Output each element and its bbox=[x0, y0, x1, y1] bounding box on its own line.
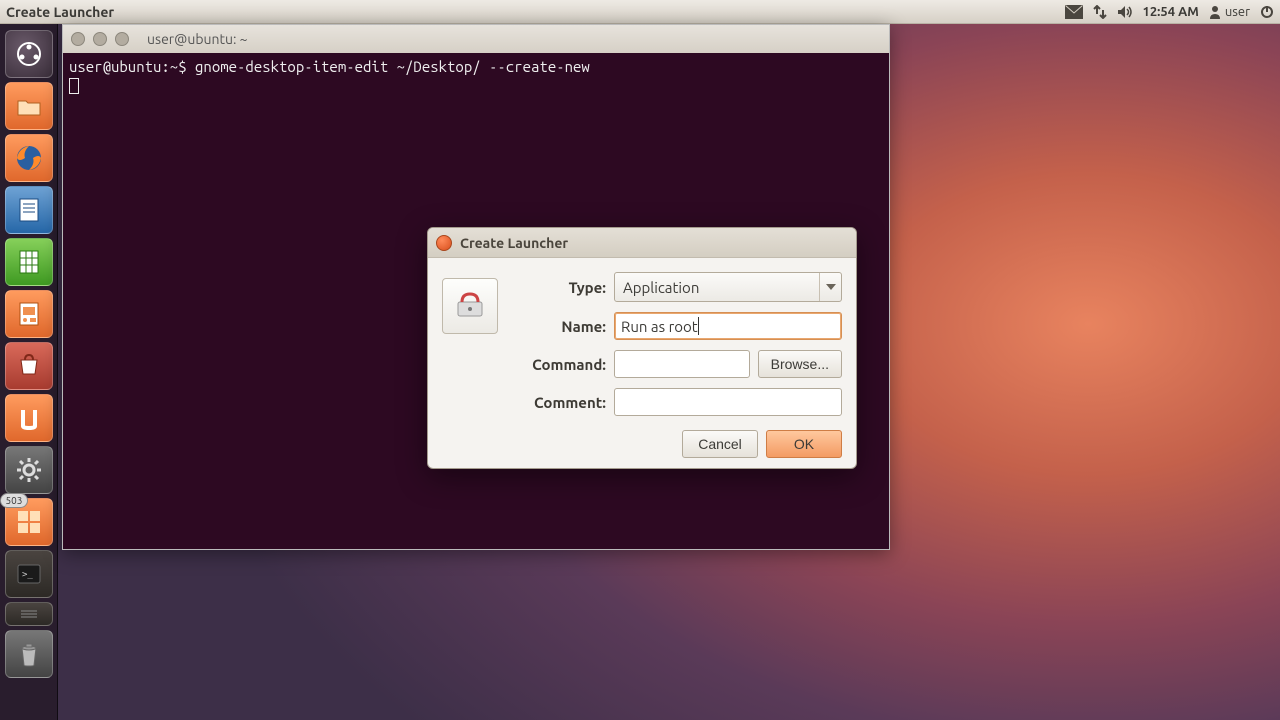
create-launcher-dialog: Create Launcher Type: Application Name: … bbox=[427, 227, 857, 469]
launcher-badge: 503 bbox=[0, 493, 28, 508]
type-value: Application bbox=[623, 279, 699, 296]
dialog-titlebar[interactable]: Create Launcher bbox=[428, 228, 856, 258]
minimize-icon[interactable] bbox=[93, 32, 107, 46]
chevron-down-icon bbox=[819, 273, 841, 301]
libreoffice-impress-icon[interactable] bbox=[5, 290, 53, 338]
terminal-prompt: user@ubuntu:~$ bbox=[69, 58, 195, 75]
close-icon[interactable] bbox=[436, 235, 452, 251]
active-window-title: Create Launcher bbox=[6, 4, 114, 20]
network-indicator-icon[interactable] bbox=[1093, 5, 1107, 19]
text-cursor bbox=[698, 317, 699, 335]
launcher-expander-icon[interactable] bbox=[5, 602, 53, 626]
terminal-title: user@ubuntu: ~ bbox=[147, 31, 248, 47]
ubuntu-one-icon[interactable] bbox=[5, 394, 53, 442]
user-menu-label: user bbox=[1225, 5, 1250, 19]
comment-input[interactable] bbox=[614, 388, 842, 416]
mail-indicator-icon[interactable] bbox=[1065, 5, 1083, 19]
nautilus-icon[interactable] bbox=[5, 82, 53, 130]
top-panel: Create Launcher 12:54 AM user bbox=[0, 0, 1280, 24]
browse-button[interactable]: Browse... bbox=[758, 350, 842, 378]
libreoffice-writer-icon[interactable] bbox=[5, 186, 53, 234]
name-input[interactable]: Run as root bbox=[614, 312, 842, 340]
close-icon[interactable] bbox=[71, 32, 85, 46]
type-label: Type: bbox=[508, 279, 606, 296]
cancel-button[interactable]: Cancel bbox=[682, 430, 758, 458]
type-combobox[interactable]: Application bbox=[614, 272, 842, 302]
terminal-launcher-icon[interactable]: >_ bbox=[5, 550, 53, 598]
terminal-titlebar[interactable]: user@ubuntu: ~ bbox=[63, 25, 889, 53]
terminal-command: gnome-desktop-item-edit ~/Desktop/ --cre… bbox=[195, 58, 590, 75]
launcher-icon-well[interactable] bbox=[442, 278, 498, 334]
command-input[interactable] bbox=[614, 350, 750, 378]
dash-home-icon[interactable] bbox=[5, 30, 53, 78]
trash-icon[interactable] bbox=[5, 630, 53, 678]
volume-indicator-icon[interactable] bbox=[1117, 5, 1133, 19]
system-settings-icon[interactable] bbox=[5, 446, 53, 494]
comment-label: Comment: bbox=[508, 394, 606, 411]
clock[interactable]: 12:54 AM bbox=[1143, 5, 1199, 19]
workspace-switcher-icon[interactable]: 503 bbox=[5, 498, 53, 546]
firefox-icon[interactable] bbox=[5, 134, 53, 182]
unity-launcher: 503 >_ bbox=[0, 24, 58, 720]
session-indicator-icon[interactable] bbox=[1260, 5, 1274, 19]
dialog-title: Create Launcher bbox=[460, 235, 568, 251]
user-menu[interactable]: user bbox=[1209, 5, 1250, 19]
ok-button[interactable]: OK bbox=[766, 430, 842, 458]
name-value: Run as root bbox=[621, 318, 698, 335]
command-label: Command: bbox=[508, 356, 606, 373]
libreoffice-calc-icon[interactable] bbox=[5, 238, 53, 286]
software-center-icon[interactable] bbox=[5, 342, 53, 390]
terminal-cursor bbox=[69, 78, 79, 94]
name-label: Name: bbox=[508, 318, 606, 335]
maximize-icon[interactable] bbox=[115, 32, 129, 46]
svg-text:>_: >_ bbox=[22, 570, 33, 580]
